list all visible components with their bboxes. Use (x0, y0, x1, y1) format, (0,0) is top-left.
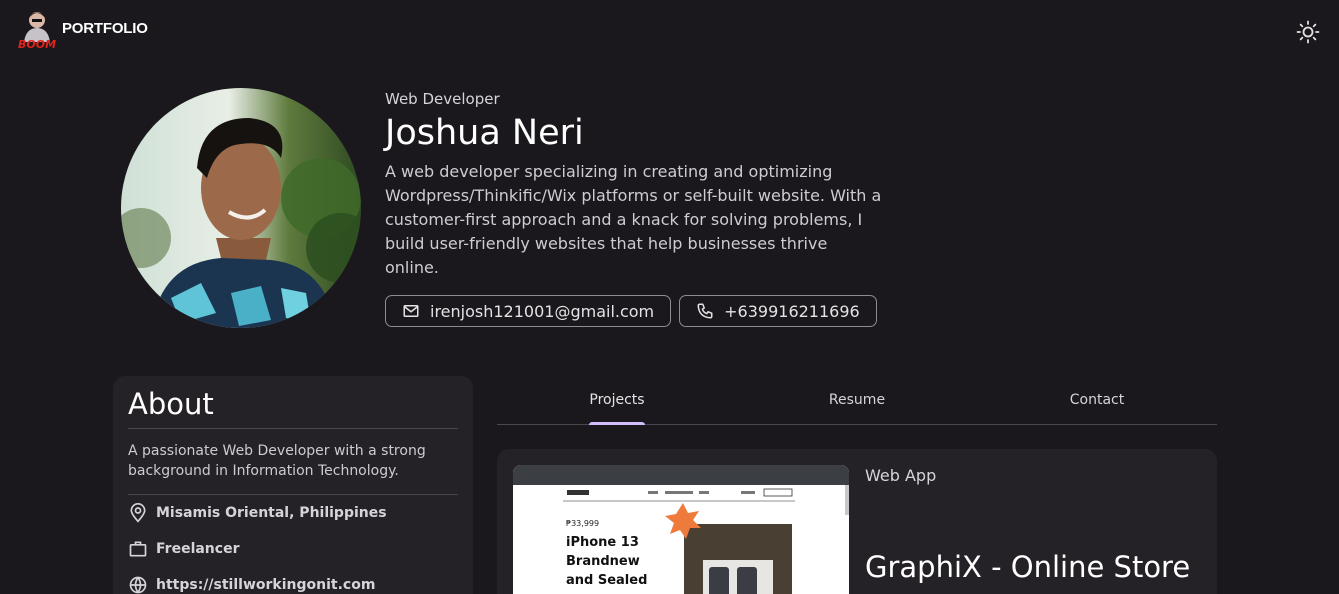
tab-projects[interactable]: Projects (497, 376, 737, 425)
brand-name[interactable]: PORTFOLIO (62, 20, 148, 37)
tab-resume[interactable]: Resume (737, 376, 977, 424)
project-card[interactable]: ₱33,999 iPhone 13 Brandnew and Sealed We… (497, 449, 1217, 594)
browser-bar (513, 465, 849, 485)
work-text: Freelancer (156, 541, 240, 557)
globe-icon (129, 576, 147, 594)
logo-text: BOOM (18, 38, 56, 50)
about-title: About (128, 387, 214, 421)
tab-label: Projects (589, 392, 645, 408)
location-text: Misamis Oriental, Philippines (156, 505, 387, 521)
thumb-headline-2: Brandnew (566, 554, 640, 569)
profile-name: Joshua Neri (385, 113, 584, 153)
about-description: A passionate Web Developer with a strong… (128, 443, 426, 479)
tab-bar: Projects Resume Contact (497, 376, 1217, 425)
thumb-price: ₱33,999 (566, 519, 599, 528)
briefcase-icon (129, 541, 147, 557)
work-row: Freelancer (128, 531, 458, 567)
website-row[interactable]: https://stillworkingonit.com (128, 567, 458, 594)
profile-bio: A web developer specializing in creating… (385, 162, 882, 277)
thumb-headline-1: iPhone 13 (566, 535, 639, 550)
project-title[interactable]: GraphiX - Online Store (865, 550, 1190, 584)
mail-icon (403, 305, 419, 317)
active-tab-indicator (589, 422, 645, 425)
tab-contact[interactable]: Contact (977, 376, 1217, 424)
location-pin-icon (130, 503, 146, 523)
about-card: About A passionate Web Developer with a … (113, 376, 473, 594)
project-category: Web App (865, 466, 937, 485)
theme-toggle-button[interactable] (1294, 18, 1322, 46)
top-app-bar: BOOM PORTFOLIO (0, 0, 1339, 64)
website-link[interactable]: https://stillworkingonit.com (156, 577, 375, 593)
profile-photo (121, 88, 361, 328)
sun-icon (1296, 20, 1320, 44)
logo[interactable]: BOOM (16, 8, 58, 51)
job-role: Web Developer (385, 90, 500, 108)
thumb-headline-3: and Sealed (566, 573, 647, 588)
phone-label: +639916211696 (724, 301, 860, 321)
email-label: irenjosh121001@gmail.com (430, 301, 655, 321)
tab-label: Contact (1069, 392, 1125, 408)
phone-chip[interactable]: +639916211696 (679, 295, 877, 327)
tab-label: Resume (828, 392, 886, 408)
location-row: Misamis Oriental, Philippines (128, 495, 458, 531)
email-chip[interactable]: irenjosh121001@gmail.com (385, 295, 672, 327)
contact-chips: irenjosh121001@gmail.com +639916211696 (385, 295, 877, 327)
phone-icon (697, 303, 713, 319)
project-thumbnail[interactable]: ₱33,999 iPhone 13 Brandnew and Sealed (513, 465, 849, 594)
hero-section: Web Developer Joshua Neri A web develope… (385, 90, 885, 280)
